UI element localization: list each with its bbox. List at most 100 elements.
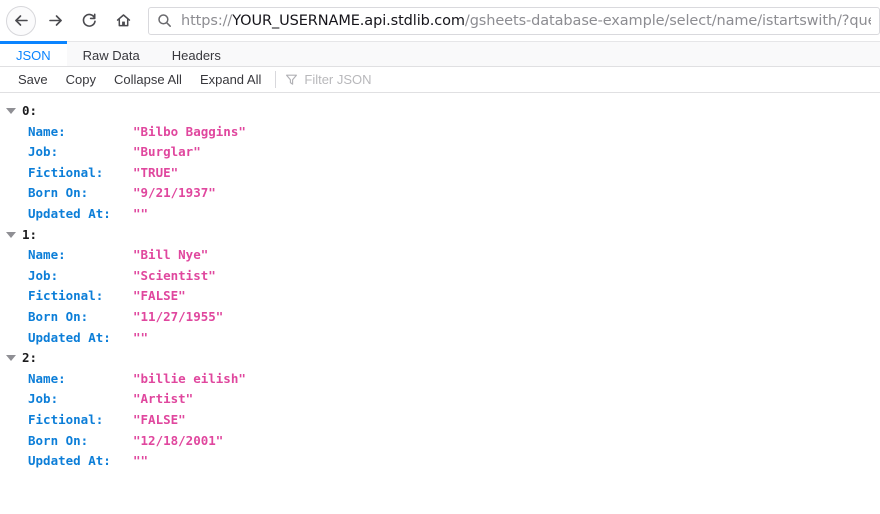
- json-property-row: Fictional: "FALSE": [0, 286, 880, 307]
- reload-button[interactable]: [74, 6, 104, 36]
- json-property-row: Job: "Burglar": [0, 142, 880, 163]
- json-property-value: "FALSE": [133, 411, 186, 427]
- collapse-all-button[interactable]: Collapse All: [105, 67, 191, 93]
- json-property-row: Name: "Bill Nye": [0, 245, 880, 266]
- search-icon: [157, 13, 172, 28]
- json-property-key: Job:: [28, 267, 59, 283]
- url-scheme: https://: [181, 12, 233, 29]
- forward-button[interactable]: [40, 6, 70, 36]
- json-property-key: Updated At:: [28, 453, 111, 469]
- json-property: Born On: "11/27/1955": [0, 307, 223, 328]
- json-property: Fictional: "FALSE": [0, 410, 186, 431]
- json-property-row: Updated At: "": [0, 451, 880, 472]
- json-rows-container: 0: Name: "Bilbo Baggins" Job: "Burglar" Ficti…: [0, 101, 880, 472]
- json-property: Job: "Artist": [0, 389, 193, 410]
- url-bar[interactable]: https://YOUR_USERNAME.api.stdlib.com/gsh…: [148, 6, 880, 35]
- tab-raw-data[interactable]: Raw Data: [67, 41, 156, 66]
- json-property-key: Born On:: [28, 185, 89, 201]
- json-property-key: Job:: [28, 144, 59, 160]
- json-property-row: Job: "Scientist": [0, 266, 880, 287]
- json-array-index: 0:: [22, 103, 38, 118]
- json-array-index: 1:: [22, 226, 38, 242]
- json-index-row[interactable]: 0:: [0, 101, 37, 122]
- back-button[interactable]: [6, 5, 36, 36]
- viewer-tab-strip: JSON Raw Data Headers: [0, 41, 880, 67]
- save-button[interactable]: Save: [9, 67, 57, 93]
- json-property-key: Name:: [28, 247, 66, 263]
- json-property-value: "12/18/2001": [133, 432, 224, 448]
- json-property: Name: "billie eilish": [0, 369, 246, 390]
- json-property: Job: "Scientist": [0, 266, 216, 287]
- browser-navigation-bar: https://YOUR_USERNAME.api.stdlib.com/gsh…: [0, 0, 880, 41]
- json-property: Fictional: "TRUE": [0, 163, 178, 184]
- toolbar-divider: [275, 71, 277, 88]
- json-array-item-header[interactable]: 1:: [0, 225, 880, 246]
- json-property-row: Born On: "11/27/1955": [0, 307, 880, 328]
- json-property-key: Name:: [28, 370, 66, 386]
- json-property-value: "billie eilish": [133, 370, 246, 386]
- json-property-value: "FALSE": [133, 288, 186, 304]
- json-property-value: "9/21/1937": [133, 185, 216, 201]
- json-property-value: "": [133, 453, 149, 469]
- json-property-key: Fictional:: [28, 288, 104, 304]
- json-property-key: Fictional:: [28, 411, 104, 427]
- forward-arrow-icon: [47, 12, 64, 29]
- json-toolbar: Save Copy Collapse All Expand All Filter…: [0, 67, 880, 93]
- expand-all-button[interactable]: Expand All: [191, 67, 270, 93]
- json-property: Job: "Burglar": [0, 142, 201, 163]
- tab-raw-data-label: Raw Data: [82, 47, 140, 63]
- url-path: /gsheets-database-example/select/name/is…: [464, 12, 871, 29]
- home-icon: [115, 12, 132, 29]
- json-property-row: Name: "Bilbo Baggins": [0, 122, 880, 143]
- json-property-value: "": [133, 205, 149, 221]
- json-array-item-header[interactable]: 0:: [0, 101, 880, 122]
- json-property-value: "Scientist": [133, 267, 216, 283]
- reload-icon: [81, 12, 98, 29]
- json-property-key: Updated At:: [28, 205, 111, 221]
- json-property: Name: "Bilbo Baggins": [0, 122, 246, 143]
- filter-json-input[interactable]: Filter JSON: [279, 72, 880, 87]
- json-property: Fictional: "FALSE": [0, 286, 186, 307]
- json-property-key: Updated At:: [28, 329, 111, 345]
- copy-button[interactable]: Copy: [57, 67, 105, 93]
- home-button[interactable]: [108, 6, 138, 36]
- tab-headers[interactable]: Headers: [156, 41, 237, 66]
- disclosure-triangle-icon[interactable]: [6, 108, 16, 115]
- json-property-row: Job: "Artist": [0, 389, 880, 410]
- json-property-value: "": [133, 329, 149, 345]
- json-property-row: Updated At: "": [0, 328, 880, 349]
- funnel-icon: [285, 73, 298, 86]
- json-content-panel: 0: Name: "Bilbo Baggins" Job: "Burglar" Ficti…: [0, 93, 880, 514]
- json-index-row[interactable]: 1:: [0, 225, 37, 246]
- disclosure-triangle-icon[interactable]: [6, 355, 16, 362]
- json-property-key: Born On:: [28, 308, 89, 324]
- disclosure-triangle-icon[interactable]: [6, 231, 16, 238]
- back-arrow-icon: [13, 12, 30, 29]
- json-property-value: "Artist": [133, 391, 194, 407]
- json-property-row: Updated At: "": [0, 204, 880, 225]
- json-property: Updated At: "": [0, 204, 148, 225]
- json-property: Name: "Bill Nye": [0, 245, 208, 266]
- json-property-key: Name:: [28, 123, 66, 139]
- json-property-key: Fictional:: [28, 164, 104, 180]
- json-property-value: "Bilbo Baggins": [133, 123, 246, 139]
- url-host: YOUR_USERNAME.api.stdlib.com: [232, 12, 465, 29]
- filter-json-placeholder: Filter JSON: [304, 72, 372, 87]
- json-index-row[interactable]: 2:: [0, 348, 37, 369]
- url-text: https://YOUR_USERNAME.api.stdlib.com/gsh…: [181, 13, 871, 29]
- json-property-value: "11/27/1955": [133, 308, 224, 324]
- json-property: Updated At: "": [0, 451, 148, 472]
- json-property: Born On: "12/18/2001": [0, 431, 223, 452]
- json-property-value: "Burglar": [133, 144, 201, 160]
- json-property: Born On: "9/21/1937": [0, 183, 216, 204]
- json-array-item-header[interactable]: 2:: [0, 348, 880, 369]
- tab-json[interactable]: JSON: [0, 41, 67, 66]
- json-property-row: Fictional: "TRUE": [0, 163, 880, 184]
- tab-headers-label: Headers: [171, 47, 221, 63]
- json-property-key: Job:: [28, 391, 59, 407]
- json-property-row: Born On: "9/21/1937": [0, 183, 880, 204]
- json-property-row: Born On: "12/18/2001": [0, 431, 880, 452]
- json-property-row: Fictional: "FALSE": [0, 410, 880, 431]
- tab-json-label: JSON: [16, 47, 51, 63]
- json-property-value: "Bill Nye": [133, 247, 209, 263]
